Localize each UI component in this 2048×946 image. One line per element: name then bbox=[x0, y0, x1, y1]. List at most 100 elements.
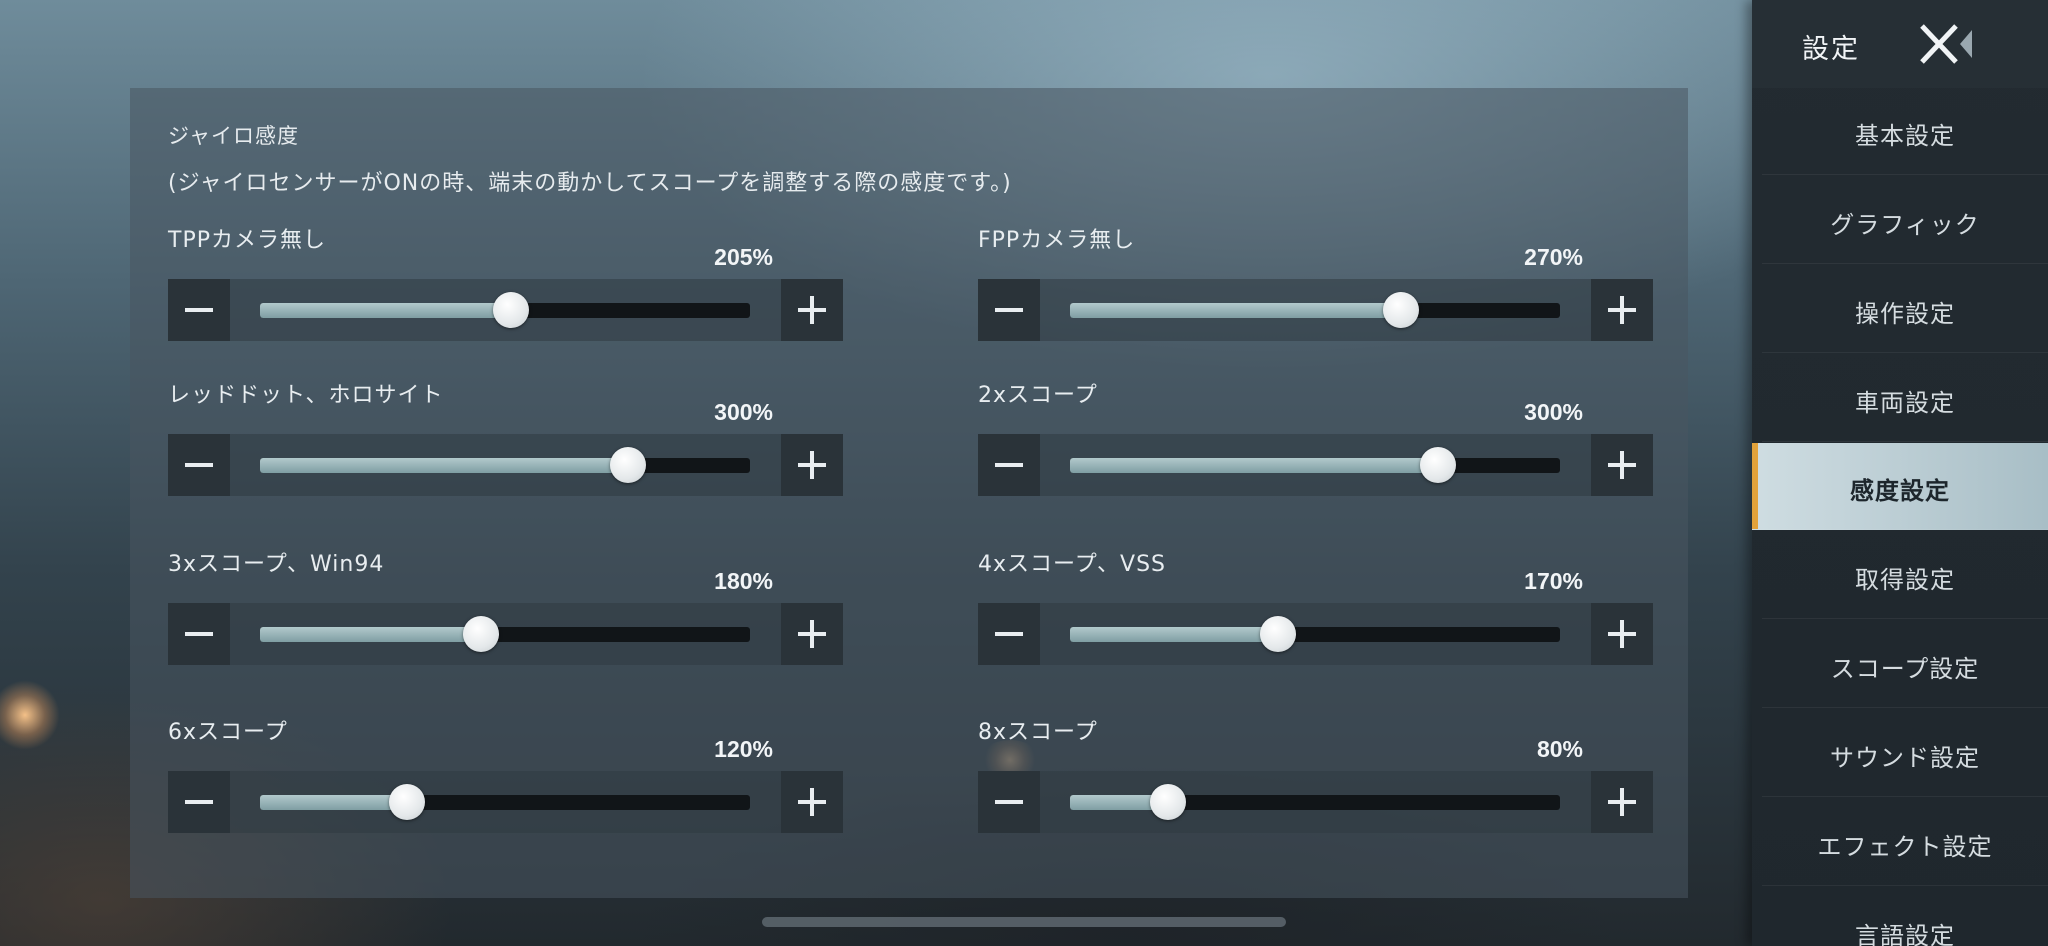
decrease-button[interactable] bbox=[168, 434, 230, 496]
sidebar-item-label: スコープ設定 bbox=[1830, 655, 1980, 683]
sidebar-item-label: サウンド設定 bbox=[1830, 744, 1980, 772]
slider-knob[interactable] bbox=[609, 447, 646, 483]
sidebar-item-sound[interactable]: サウンド設定 bbox=[1762, 710, 2048, 797]
increase-button[interactable] bbox=[781, 771, 843, 833]
slider-value: 80% bbox=[1536, 736, 1583, 762]
minus-icon bbox=[995, 632, 1023, 636]
decrease-button[interactable] bbox=[168, 279, 230, 341]
slider-track[interactable] bbox=[260, 292, 750, 328]
slider-row bbox=[978, 434, 1653, 496]
slider-knob[interactable] bbox=[389, 784, 425, 820]
minus-icon bbox=[185, 632, 213, 636]
slider-track[interactable] bbox=[260, 616, 750, 652]
slider-track[interactable] bbox=[260, 784, 750, 820]
slider-label: 4xスコープ、VSS bbox=[978, 552, 1167, 577]
slider-track[interactable] bbox=[1070, 292, 1560, 328]
slider-fill bbox=[260, 458, 628, 473]
slider-knob[interactable] bbox=[493, 292, 530, 328]
slider-label: FPPカメラ無し bbox=[978, 228, 1136, 253]
sidebar-item-label: 車両設定 bbox=[1855, 389, 1955, 417]
slider-value: 180% bbox=[714, 568, 773, 594]
close-button[interactable] bbox=[1910, 20, 1980, 70]
slider-label: TPPカメラ無し bbox=[168, 228, 326, 253]
minus-icon bbox=[185, 308, 213, 312]
sidebar-item-controls[interactable]: 操作設定 bbox=[1762, 266, 2048, 353]
decrease-button[interactable] bbox=[978, 603, 1040, 665]
slider-row bbox=[978, 279, 1653, 341]
slider-track[interactable] bbox=[1070, 784, 1560, 820]
slider-value: 270% bbox=[1524, 244, 1583, 270]
slider-value: 120% bbox=[714, 736, 773, 762]
slider-4x-scope-vss: 4xスコープ、VSS 170% bbox=[978, 546, 1653, 676]
slider-value: 300% bbox=[1524, 399, 1583, 425]
slider-fill bbox=[1070, 458, 1438, 473]
slider-knob[interactable] bbox=[462, 616, 499, 652]
slider-knob[interactable] bbox=[1419, 447, 1456, 483]
slider-fill bbox=[260, 627, 481, 642]
increase-button[interactable] bbox=[781, 279, 843, 341]
decrease-button[interactable] bbox=[168, 771, 230, 833]
slider-fill bbox=[260, 303, 512, 318]
decrease-button[interactable] bbox=[978, 279, 1040, 341]
increase-button[interactable] bbox=[1591, 771, 1653, 833]
slider-knob[interactable] bbox=[1382, 292, 1419, 328]
sidebar-item-label: グラフィック bbox=[1830, 211, 1980, 239]
slider-label: レッドドット、ホロサイト bbox=[168, 383, 444, 408]
minus-icon bbox=[185, 463, 213, 467]
settings-sidebar: 設定 基本設定 グラフィック 操作設定 車両設定 感度設定 取得設定 スコープ設… bbox=[1752, 0, 2048, 946]
slider-label: 8xスコープ bbox=[978, 720, 1098, 745]
sidebar-item-graphics[interactable]: グラフィック bbox=[1762, 177, 2048, 264]
increase-button[interactable] bbox=[781, 434, 843, 496]
decrease-button[interactable] bbox=[978, 434, 1040, 496]
slider-2x-scope: 2xスコープ 300% bbox=[978, 377, 1653, 507]
sidebar-item-label: 言語設定 bbox=[1855, 922, 1955, 946]
decrease-button[interactable] bbox=[978, 771, 1040, 833]
increase-button[interactable] bbox=[1591, 603, 1653, 665]
slider-knob[interactable] bbox=[1150, 784, 1186, 820]
slider-track[interactable] bbox=[1070, 447, 1560, 483]
slider-row bbox=[168, 771, 843, 833]
slider-label: 6xスコープ bbox=[168, 720, 288, 745]
minus-icon bbox=[995, 308, 1023, 312]
slider-row bbox=[978, 771, 1653, 833]
slider-6x-scope: 6xスコープ 120% bbox=[168, 714, 843, 844]
background-light bbox=[0, 680, 60, 750]
slider-value: 300% bbox=[714, 399, 773, 425]
slider-value: 170% bbox=[1524, 568, 1583, 594]
slider-label: 3xスコープ、Win94 bbox=[168, 552, 385, 577]
slider-track[interactable] bbox=[260, 447, 750, 483]
slider-fpp-no-camera: FPPカメラ無し 270% bbox=[978, 222, 1653, 352]
sidebar-item-label: 感度設定 bbox=[1850, 477, 1950, 505]
slider-fill bbox=[1070, 627, 1279, 642]
slider-fill bbox=[1070, 303, 1401, 318]
slider-row bbox=[168, 279, 843, 341]
section-description: (ジャイロセンサーがONの時、端末の動かしてスコープを調整する際の感度です。) bbox=[168, 171, 1012, 196]
home-indicator[interactable] bbox=[762, 917, 1286, 927]
sidebar-item-vehicle[interactable]: 車両設定 bbox=[1762, 355, 2048, 442]
decrease-button[interactable] bbox=[168, 603, 230, 665]
slider-row bbox=[168, 434, 843, 496]
sidebar-item-basic[interactable]: 基本設定 bbox=[1762, 88, 2048, 175]
sidebar-item-label: 取得設定 bbox=[1855, 566, 1955, 594]
slider-label: 2xスコープ bbox=[978, 383, 1098, 408]
sidebar-title: 設定 bbox=[1802, 34, 1860, 65]
slider-8x-scope: 8xスコープ 80% bbox=[978, 714, 1653, 844]
sidebar-item-scope[interactable]: スコープ設定 bbox=[1762, 621, 2048, 708]
slider-3x-scope-win94: 3xスコープ、Win94 180% bbox=[168, 546, 843, 676]
slider-tpp-no-camera: TPPカメラ無し 205% bbox=[168, 222, 843, 352]
increase-button[interactable] bbox=[1591, 279, 1653, 341]
slider-knob[interactable] bbox=[1260, 616, 1297, 652]
slider-red-dot-holo: レッドドット、ホロサイト 300% bbox=[168, 377, 843, 507]
slider-value: 205% bbox=[714, 244, 773, 270]
slider-track[interactable] bbox=[1070, 616, 1560, 652]
sidebar-item-sensitivity[interactable]: 感度設定 bbox=[1752, 443, 2048, 530]
section-title: ジャイロ感度 bbox=[168, 124, 299, 148]
sidebar-item-effects[interactable]: エフェクト設定 bbox=[1762, 799, 2048, 886]
increase-button[interactable] bbox=[1591, 434, 1653, 496]
sidebar-item-pickup[interactable]: 取得設定 bbox=[1762, 532, 2048, 619]
sidebar-item-label: エフェクト設定 bbox=[1817, 833, 1993, 861]
increase-button[interactable] bbox=[781, 603, 843, 665]
sidebar-item-language[interactable]: 言語設定 bbox=[1762, 888, 2048, 946]
close-back-icon bbox=[1920, 24, 1972, 64]
slider-fill bbox=[260, 795, 407, 810]
